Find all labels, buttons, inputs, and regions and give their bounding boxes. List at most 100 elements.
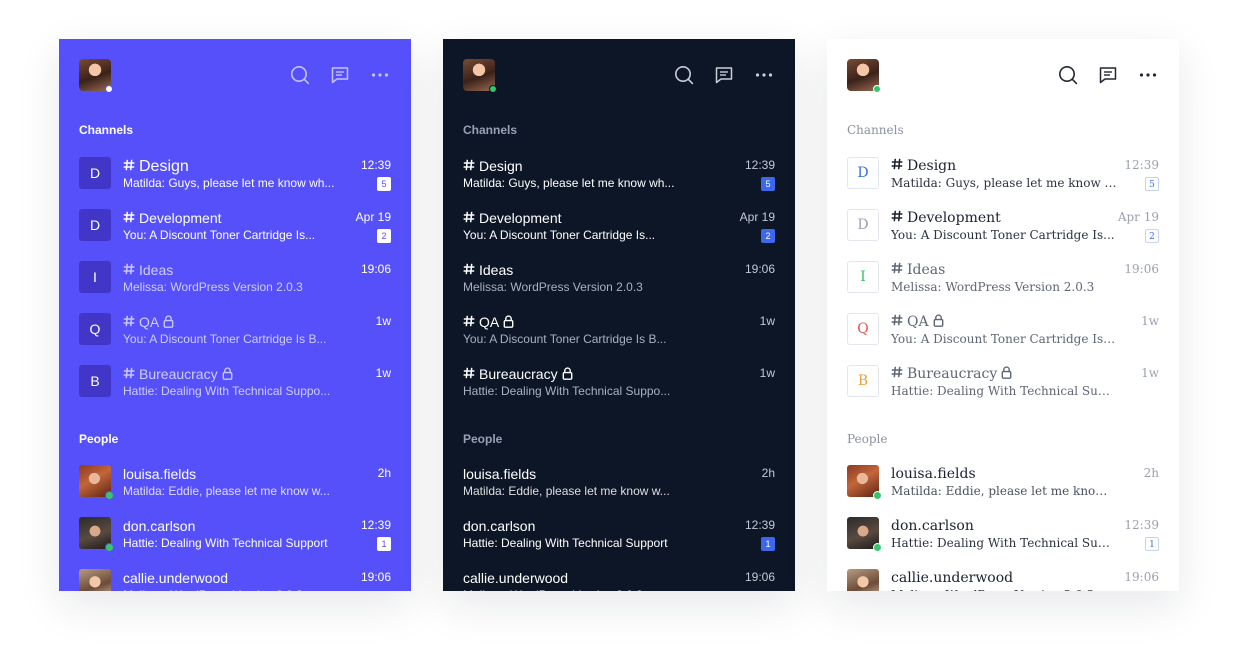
person-avatar [79, 465, 114, 500]
channel-name-label: QA [139, 314, 160, 330]
person-name: louisa.fields [463, 466, 537, 482]
message-time: 19:06 [360, 570, 391, 584]
channel-row-ideas[interactable]: I Ideas Melissa: WordPress Version 2.0.3 19… [847, 259, 1159, 299]
channel-row-ideas[interactable]: Ideas Melissa: WordPress Version 2.0.3 19:… [463, 259, 775, 299]
person-avatar [79, 569, 111, 591]
channel-row-development[interactable]: D Development You: A Discount Toner Cartri… [79, 207, 391, 247]
channel-letter-avatar: B [79, 365, 111, 397]
message-preview: Hattie: Dealing With Technical Support [123, 536, 328, 550]
more-icon[interactable] [754, 65, 774, 85]
chat-icon[interactable] [1098, 65, 1118, 85]
hash-icon [891, 157, 903, 175]
panel-light-theme: Channels D Design Matilda: Guys, please let… [827, 39, 1179, 591]
channel-name: Design [123, 157, 189, 176]
chat-icon[interactable] [330, 65, 350, 85]
user-avatar[interactable] [463, 59, 497, 93]
channel-name-label: Development [479, 210, 562, 226]
channel-row-development[interactable]: D Development You: A Discount Toner Cartri… [847, 207, 1159, 247]
channel-row-design[interactable]: Design Matilda: Guys, please let me know … [463, 155, 775, 195]
person-row-louisa.fields[interactable]: louisa.fields Matilda: Eddie, please let … [463, 463, 775, 503]
message-preview: Hattie: Dealing With Technical Suppo... [123, 384, 331, 398]
channel-name-label: Design [479, 158, 523, 174]
channel-row-development[interactable]: Development You: A Discount Toner Cartrid… [463, 207, 775, 247]
person-row-callie.underwood[interactable]: callie.underwood Melissa: WordPress Versi… [79, 567, 391, 591]
channels-section-title: Channels [79, 123, 134, 137]
channels-section-title: Channels [847, 123, 904, 137]
online-indicator [873, 543, 882, 552]
message-preview: Melissa: WordPress Version 2.0.3 [123, 588, 349, 591]
message-time: 1w [1141, 314, 1159, 328]
hash-icon [891, 261, 903, 279]
more-icon[interactable] [1138, 65, 1158, 85]
message-preview: Melissa: WordPress Version 2.0.3 [891, 588, 1117, 591]
channel-name-label: Development [907, 210, 1001, 226]
search-icon[interactable] [1058, 65, 1078, 85]
message-preview: Matilda: Eddie, please let me know w... [123, 484, 330, 498]
channel-row-bureaucracy[interactable]: Bureaucracy Hattie: Dealing With Technica… [463, 363, 775, 403]
message-preview: Hattie: Dealing With Technical Suppo... [891, 384, 1117, 398]
message-preview: Matilda: Guys, please let me know wh... [123, 176, 335, 190]
hash-icon [463, 365, 475, 383]
person-row-callie.underwood[interactable]: callie.underwood Melissa: WordPress Versi… [463, 567, 775, 591]
unread-badge: 5 [377, 177, 391, 191]
lock-icon [222, 366, 233, 384]
person-row-louisa.fields[interactable]: louisa.fields Matilda: Eddie, please let … [847, 463, 1159, 503]
hash-icon [463, 157, 475, 175]
person-row-don.carlson[interactable]: don.carlson Hattie: Dealing With Technica… [463, 515, 775, 555]
message-time: 12:39 [1124, 158, 1159, 172]
message-time: Apr 19 [1117, 210, 1159, 224]
message-time: 1w [759, 314, 775, 328]
message-time: 12:39 [360, 518, 391, 532]
message-preview: Hattie: Dealing With Technical Support [463, 536, 668, 550]
person-row-callie.underwood[interactable]: callie.underwood Melissa: WordPress Versi… [847, 567, 1159, 591]
hash-icon [123, 209, 135, 227]
channel-row-design[interactable]: D Design Matilda: Guys, please let me know… [79, 155, 391, 195]
unread-badge: 5 [1145, 177, 1159, 191]
lock-icon [562, 366, 573, 384]
channel-row-design[interactable]: D Design Matilda: Guys, please let me know… [847, 155, 1159, 195]
hash-icon [123, 313, 135, 331]
person-row-louisa.fields[interactable]: louisa.fields Matilda: Eddie, please let … [79, 463, 391, 503]
channel-row-bureaucracy[interactable]: B Bureaucracy Hattie: Dealing With Technic… [79, 363, 391, 403]
more-icon[interactable] [370, 65, 390, 85]
user-avatar[interactable] [79, 59, 113, 93]
message-time: 12:39 [1124, 518, 1159, 532]
search-icon[interactable] [290, 65, 310, 85]
channel-name-label: QA [479, 314, 500, 330]
unread-badge: 2 [761, 229, 775, 243]
message-preview: You: A Discount Toner Cartridge Is B... [463, 332, 667, 346]
person-row-don.carlson[interactable]: don.carlson Hattie: Dealing With Technica… [847, 515, 1159, 555]
hash-icon [123, 157, 135, 175]
person-row-don.carlson[interactable]: don.carlson Hattie: Dealing With Technica… [79, 515, 391, 555]
message-time: 1w [1141, 366, 1159, 380]
person-avatar [847, 465, 882, 500]
hash-icon [123, 261, 135, 279]
channel-name: Design [463, 157, 523, 175]
channel-name: Ideas [891, 261, 945, 279]
channel-row-qa[interactable]: Q QA You: A Discount Toner Cartridge Is B.… [79, 311, 391, 351]
chat-icon[interactable] [714, 65, 734, 85]
channel-name: QA [891, 313, 944, 332]
message-time: Apr 19 [355, 210, 391, 224]
message-time: 19:06 [360, 262, 391, 276]
user-avatar[interactable] [847, 59, 881, 93]
presence-dot [105, 85, 113, 93]
channel-row-bureaucracy[interactable]: B Bureaucracy Hattie: Dealing With Technic… [847, 363, 1159, 403]
channel-name-label: Design [139, 158, 189, 175]
message-time: 12:39 [360, 158, 391, 172]
channel-letter-avatar: D [847, 157, 879, 189]
channel-row-qa[interactable]: Q QA You: A Discount Toner Cartridge Is B.… [847, 311, 1159, 351]
lock-icon [163, 314, 174, 332]
channel-name: Ideas [123, 261, 173, 279]
message-time: 19:06 [1124, 262, 1159, 276]
search-icon[interactable] [674, 65, 694, 85]
unread-badge: 1 [761, 537, 775, 551]
channel-row-qa[interactable]: QA You: A Discount Toner Cartridge Is B..… [463, 311, 775, 351]
channel-name-label: Development [139, 210, 222, 226]
hash-icon [463, 313, 475, 331]
channel-row-ideas[interactable]: I Ideas Melissa: WordPress Version 2.0.3 19… [79, 259, 391, 299]
lock-icon [1001, 366, 1012, 384]
message-time: 2h [377, 466, 391, 480]
message-time: 1w [375, 366, 391, 380]
channel-name-label: Ideas [907, 262, 946, 278]
